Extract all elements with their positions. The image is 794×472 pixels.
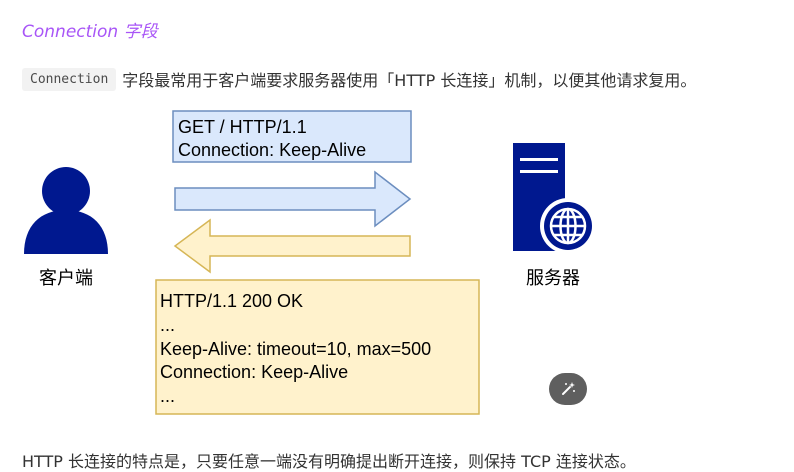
magic-wand-icon [562,382,575,395]
footer-paragraph: HTTP 长连接的特点是，只要任意一端没有明确提出断开连接，则保持 TCP 连接… [22,452,636,471]
response-line-1: HTTP/1.1 200 OK [160,291,303,311]
section-heading: Connection 字段 [22,22,158,42]
intro-text: 字段最常用于客户端要求服务器使用「HTTP 长连接」机制，以便其他请求复用。 [122,71,697,90]
request-box [172,110,412,163]
image-edit-button[interactable] [549,373,587,405]
response-line-3: Keep-Alive: timeout=10, max=500 [160,339,431,359]
intro-paragraph: Connection 字段最常用于客户端要求服务器使用「HTTP 长连接」机制，… [22,66,696,92]
request-arrow [174,170,412,228]
request-line-2: Connection: Keep-Alive [178,140,366,160]
response-line-5: ... [160,386,175,406]
client-label: 客户端 [39,268,93,288]
server-label: 服务器 [526,268,580,288]
response-box [155,279,480,415]
server-icon [513,143,596,254]
response-line-2: ... [160,315,175,335]
user-icon [24,167,108,254]
response-arrow [173,218,411,274]
request-line-1: GET / HTTP/1.1 [178,117,307,137]
response-line-4: Connection: Keep-Alive [160,362,348,382]
inline-code-connection: Connection [22,67,117,91]
